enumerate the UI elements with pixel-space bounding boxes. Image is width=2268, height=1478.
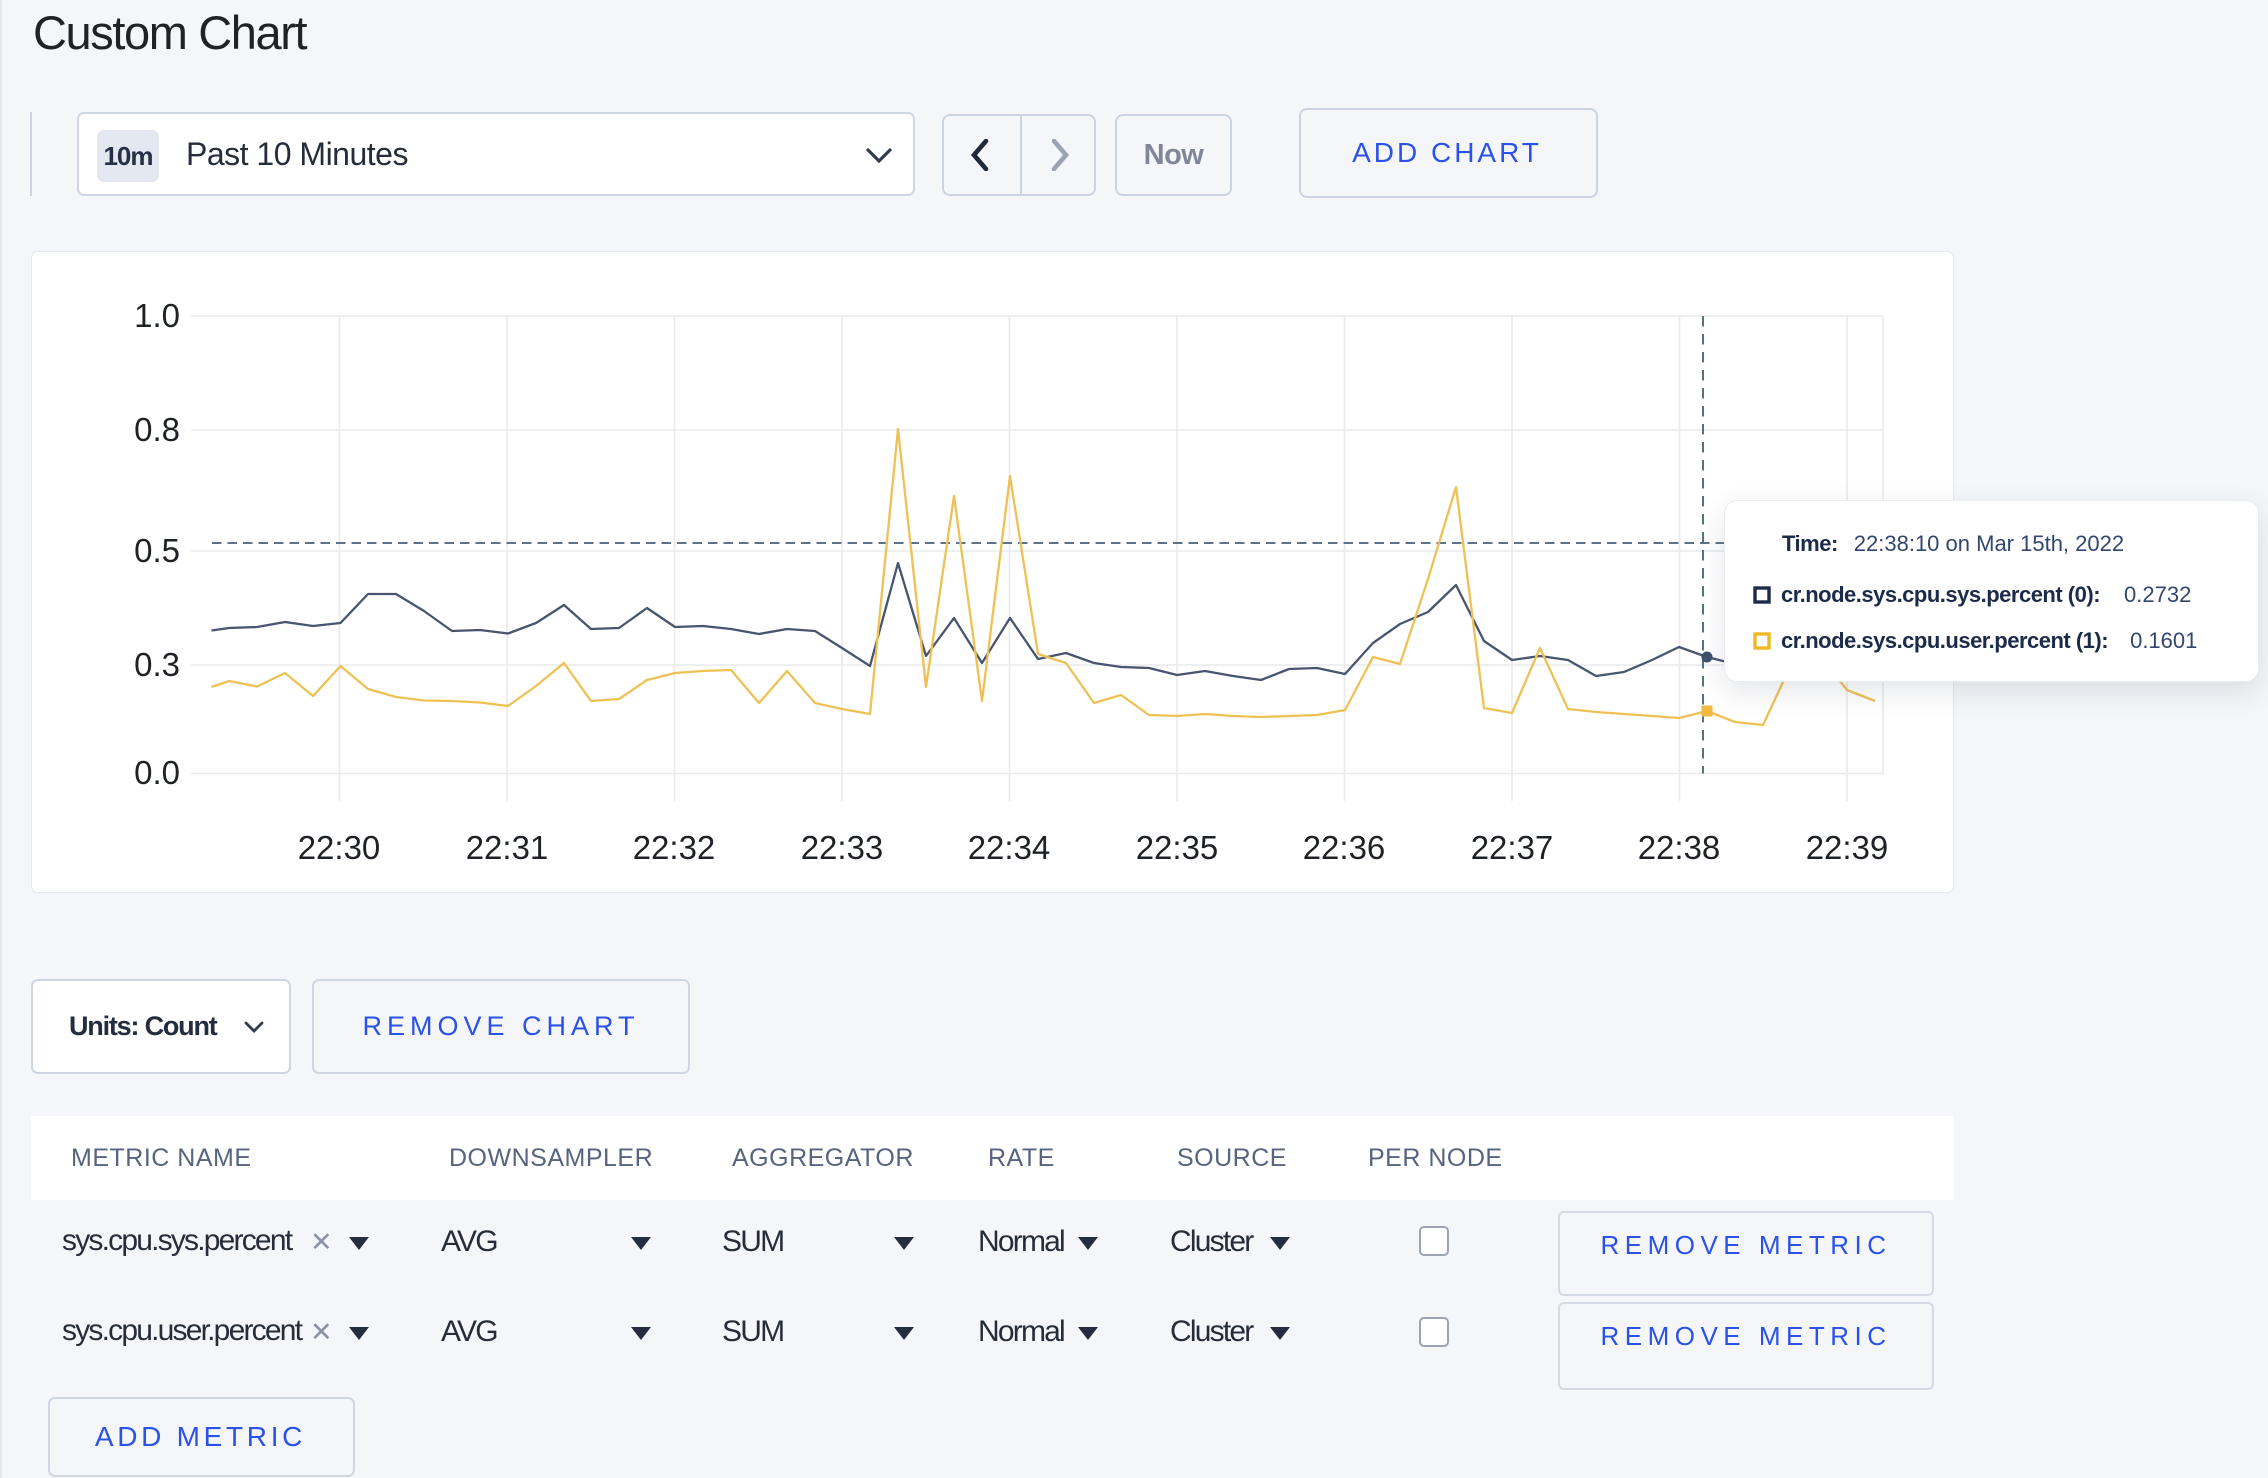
svg-text:22:36: 22:36: [1303, 829, 1386, 866]
svg-text:22:34: 22:34: [968, 829, 1051, 866]
svg-text:22:37: 22:37: [1471, 829, 1554, 866]
svg-text:22:31: 22:31: [466, 829, 549, 866]
svg-text:22:30: 22:30: [298, 829, 381, 866]
svg-text:22:32: 22:32: [633, 829, 716, 866]
svg-text:22:39: 22:39: [1806, 829, 1889, 866]
svg-text:22:38: 22:38: [1638, 829, 1721, 866]
svg-text:1.0: 1.0: [134, 297, 180, 334]
svg-text:0.0: 0.0: [134, 754, 180, 791]
svg-text:22:33: 22:33: [801, 829, 884, 866]
svg-text:0.8: 0.8: [134, 411, 180, 448]
svg-text:0.5: 0.5: [134, 532, 180, 569]
svg-text:0.3: 0.3: [134, 646, 180, 683]
svg-text:22:35: 22:35: [1136, 829, 1219, 866]
